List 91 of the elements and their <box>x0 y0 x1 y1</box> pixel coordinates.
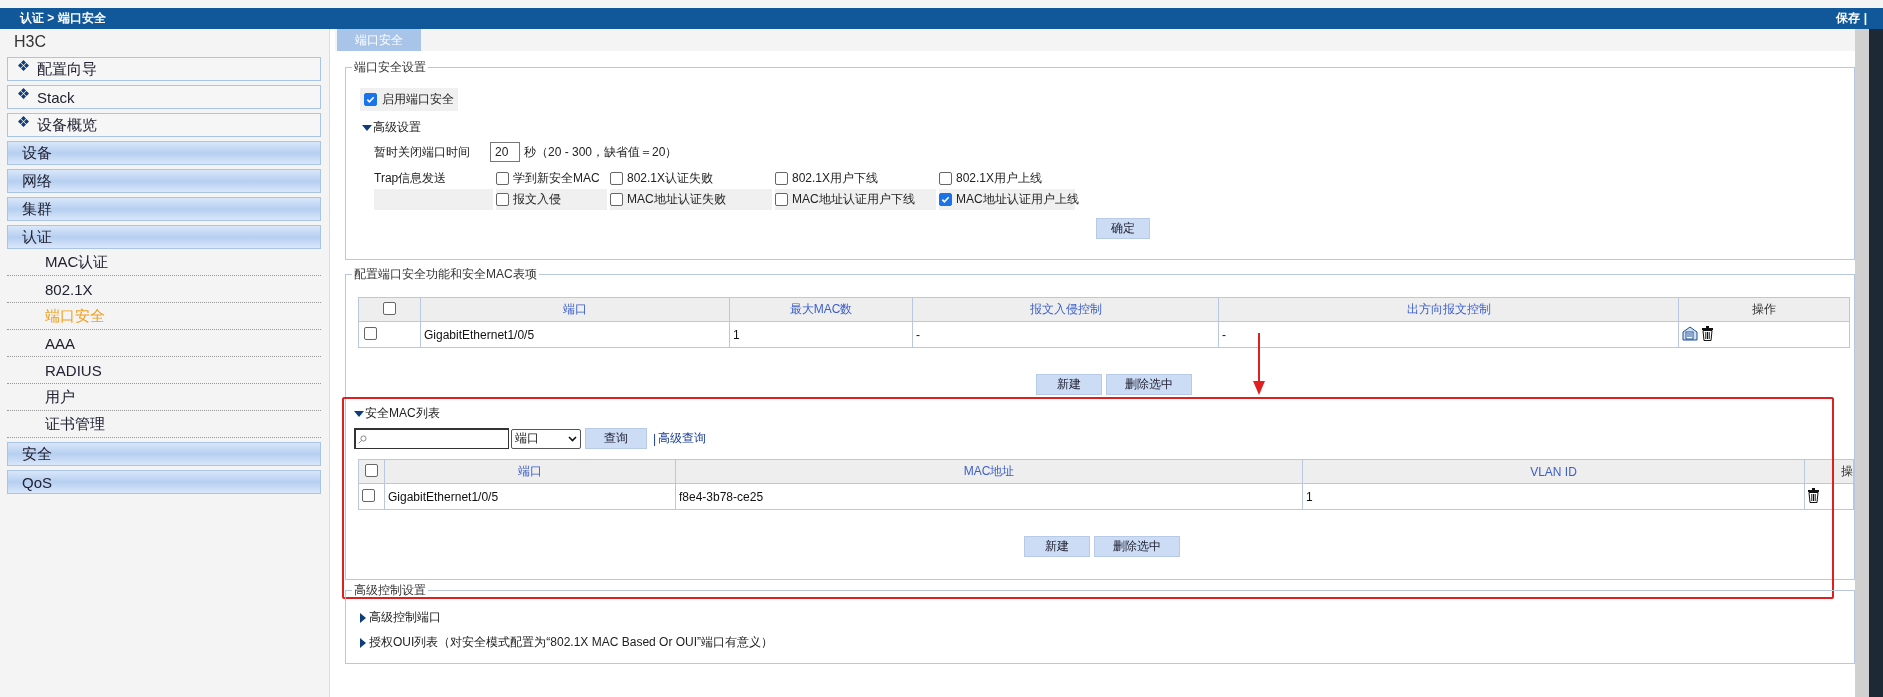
column-header: 操 <box>1804 459 1854 484</box>
input-field[interactable]: 20 <box>490 142 520 162</box>
panel-legend: 端口安全设置 <box>352 59 428 76</box>
section-toggle[interactable]: 授权OUI列表（对安全模式配置为“802.1X MAC Based Or OUI”端口有意义） <box>358 634 774 651</box>
field-label: 暂时关闭端口时间 <box>374 143 471 161</box>
checkbox[interactable] <box>364 326 377 340</box>
expand-triangle-icon <box>358 612 368 623</box>
arrow <box>1253 333 1265 395</box>
action-button[interactable]: 删除选中 <box>1106 374 1192 395</box>
menu-item[interactable]: 802.1X <box>7 276 321 303</box>
query-button[interactable]: 查询 <box>585 428 647 449</box>
wizard-menu-item[interactable]: Stack <box>7 85 321 109</box>
checkbox-label: MAC地址认证用户下线 <box>792 191 915 208</box>
column-header: VLAN ID <box>1302 459 1805 484</box>
diamond-icon <box>18 88 29 99</box>
table-cell: GigabitEthernet1/0/5 <box>420 321 730 348</box>
menu-group[interactable]: 认证 <box>7 225 321 249</box>
checkbox[interactable] <box>365 463 378 477</box>
trash-icon[interactable] <box>1702 325 1713 341</box>
wizard-menu-item[interactable]: 配置向导 <box>7 57 321 81</box>
checkbox[interactable] <box>775 172 788 185</box>
scrollbar[interactable] <box>1855 29 1883 697</box>
wizard-menu-item[interactable]: 设备概览 <box>7 113 321 137</box>
table-cell: f8e4-3b78-ce25 <box>675 483 1303 510</box>
action-button[interactable]: 新建 <box>1024 536 1090 557</box>
menu-group[interactable]: 网络 <box>7 169 321 193</box>
column-header: 端口 <box>384 459 676 484</box>
save-link[interactable]: 保存 | <box>1836 10 1867 27</box>
menu-group[interactable]: 设备 <box>7 141 321 165</box>
column-header: 端口 <box>420 297 730 322</box>
search-icon <box>358 434 367 444</box>
menu-group[interactable]: 安全 <box>7 442 321 466</box>
separator: | <box>653 431 657 446</box>
table-cell: - <box>1218 321 1679 348</box>
checkbox-label: 802.1X用户下线 <box>792 170 879 187</box>
menu-item[interactable]: AAA <box>7 330 321 357</box>
column-header: 出方向报文控制 <box>1218 297 1679 322</box>
menu-item[interactable]: 证书管理 <box>7 411 321 438</box>
checkbox[interactable] <box>364 93 377 106</box>
action-button[interactable]: 删除选中 <box>1094 536 1180 557</box>
search-field[interactable] <box>354 428 509 449</box>
menu-group[interactable]: 集群 <box>7 197 321 221</box>
breadcrumb: 认证 > 端口安全 <box>20 10 106 27</box>
column-header: 最大MAC数 <box>729 297 913 322</box>
brand-label: H3C <box>13 32 47 52</box>
checkbox-label: MAC地址认证失败 <box>627 191 726 208</box>
collapse-triangle-icon <box>354 408 364 419</box>
checkbox-label: 报文入侵 <box>513 191 561 208</box>
checkbox[interactable] <box>383 301 396 315</box>
filter-select[interactable]: 端口 <box>511 428 581 449</box>
diamond-icon <box>18 60 29 71</box>
field-label: Trap信息发送 <box>374 170 447 187</box>
table-cell: GigabitEthernet1/0/5 <box>384 483 676 510</box>
checkbox[interactable] <box>362 488 375 502</box>
table-cell: - <box>912 321 1219 348</box>
column-header: MAC地址 <box>675 459 1303 484</box>
checkbox-label: 802.1X用户上线 <box>956 170 1043 187</box>
menu-item[interactable]: RADIUS <box>7 357 321 384</box>
checkbox-label: 启用端口安全 <box>382 91 454 108</box>
checkbox[interactable] <box>775 193 788 206</box>
checkbox-label: 802.1X认证失败 <box>627 170 714 187</box>
menu-item[interactable]: MAC认证 <box>7 249 321 276</box>
menu-item[interactable]: 用户 <box>7 384 321 411</box>
checkbox[interactable] <box>610 193 623 206</box>
checkbox[interactable] <box>939 193 952 206</box>
field-hint: 秒（20 - 300，缺省值＝20） <box>524 143 678 161</box>
menu-group[interactable]: QoS <box>7 470 321 494</box>
panel-legend: 配置端口安全功能和安全MAC表项 <box>352 266 539 283</box>
checkbox[interactable] <box>610 172 623 185</box>
table-cell: 1 <box>1302 483 1805 510</box>
column-header: 报文入侵控制 <box>912 297 1219 322</box>
table-cell: 1 <box>729 321 913 348</box>
checkbox-label: MAC地址认证用户上线 <box>956 191 1079 208</box>
trash-icon[interactable] <box>1808 487 1819 503</box>
column-header: 操作 <box>1678 297 1850 322</box>
checkbox[interactable] <box>496 193 509 206</box>
checkbox[interactable] <box>939 172 952 185</box>
expand-triangle-icon <box>358 637 368 648</box>
panel-legend: 高级控制设置 <box>352 582 428 599</box>
section-toggle[interactable]: 高级设置 <box>362 119 421 136</box>
chevron-down-icon <box>568 435 577 442</box>
collapse-triangle-icon <box>362 122 372 133</box>
diamond-icon <box>18 116 29 127</box>
section-toggle[interactable]: 高级控制端口 <box>358 609 441 626</box>
section-toggle[interactable]: 安全MAC列表 <box>354 405 440 422</box>
checkbox[interactable] <box>496 172 509 185</box>
action-button[interactable]: 新建 <box>1036 374 1102 395</box>
advanced-query-link[interactable]: 高级查询 <box>658 430 707 447</box>
confirm-button[interactable]: 确定 <box>1096 218 1150 239</box>
checkbox-label: 学到新安全MAC <box>513 170 600 187</box>
edit-icon[interactable] <box>1682 325 1699 341</box>
